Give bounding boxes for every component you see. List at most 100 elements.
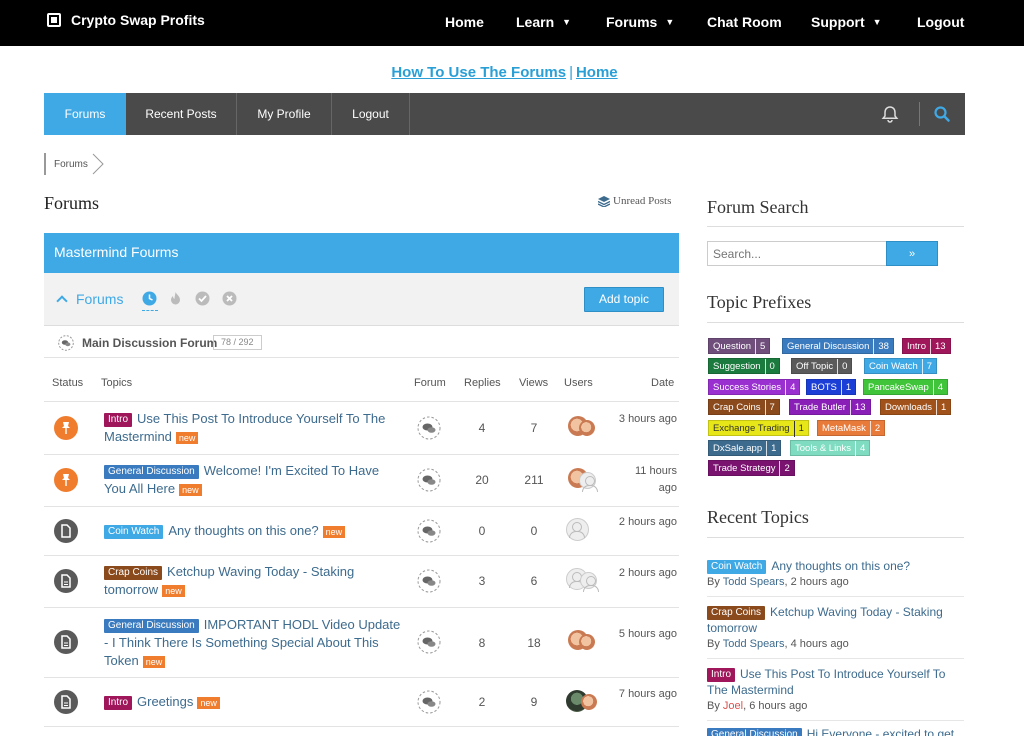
nav-home[interactable]: Home bbox=[445, 14, 484, 32]
prefix-bots[interactable]: BOTS 1 bbox=[806, 379, 857, 396]
prefix-suggestion[interactable]: Suggestion 0 bbox=[708, 358, 780, 375]
table-row[interactable]: Intro Greetings new 2 9 7 hours ago bbox=[44, 678, 679, 727]
add-topic-button[interactable]: Add topic bbox=[584, 287, 664, 312]
nav-forums[interactable]: Forums ▼ bbox=[606, 14, 674, 32]
chevron-up-icon bbox=[56, 295, 68, 307]
unread-posts-link[interactable]: Unread Posts bbox=[598, 195, 671, 207]
close-circle-icon[interactable] bbox=[222, 291, 237, 306]
forums-collapse-toggle[interactable]: Forums bbox=[56, 291, 123, 307]
clock-icon[interactable] bbox=[142, 291, 157, 306]
avatar[interactable] bbox=[579, 634, 595, 650]
fnav-recent-posts[interactable]: Recent Posts bbox=[126, 93, 237, 135]
prefix-tools-links[interactable]: Tools & Links 4 bbox=[790, 440, 871, 457]
topic-prefix-tag[interactable]: Coin Watch bbox=[104, 525, 164, 539]
prefix-question[interactable]: Question 5 bbox=[708, 338, 771, 355]
recent-topic-item: Crap Coins Ketchup Waving Today - Staking… bbox=[707, 604, 964, 652]
prefix-count: 13 bbox=[849, 400, 866, 416]
col-views: Views bbox=[519, 377, 549, 389]
prefix-coin-watch[interactable]: Coin Watch 7 bbox=[864, 358, 938, 375]
forum-chat-icon[interactable] bbox=[417, 690, 441, 714]
forum-chat-icon[interactable] bbox=[417, 519, 441, 543]
table-row[interactable]: General Discussion IMPORTANT HODL Video U… bbox=[44, 608, 679, 678]
breadcrumb: Forums bbox=[44, 153, 104, 175]
fnav-logout[interactable]: Logout bbox=[332, 93, 410, 135]
nav-learn[interactable]: Learn ▼ bbox=[516, 14, 571, 32]
topic-title-link[interactable]: Greetings bbox=[137, 694, 193, 709]
views-count: 0 bbox=[530, 524, 538, 538]
avatar[interactable] bbox=[579, 420, 595, 436]
author-link[interactable]: Todd Spears bbox=[723, 638, 785, 650]
nav-chat-room[interactable]: Chat Room bbox=[707, 14, 782, 32]
layers-icon bbox=[598, 195, 610, 207]
prefix-success-stories[interactable]: Success Stories 4 bbox=[708, 379, 801, 396]
nav-support[interactable]: Support ▼ bbox=[811, 14, 882, 32]
normal-status-icon bbox=[54, 690, 78, 714]
main-forum-name[interactable]: Main Discussion Forum bbox=[82, 336, 217, 350]
topic-prefix-tag[interactable]: Intro bbox=[104, 696, 133, 710]
topic-title-link[interactable]: Use This Post To Introduce Yourself To T… bbox=[104, 411, 385, 444]
prefix-exchange-trading[interactable]: Exchange Trading 1 bbox=[708, 420, 809, 437]
prefix-trade-strategy[interactable]: Trade Strategy 2 bbox=[708, 460, 795, 477]
prefix-name: PancakeSwap bbox=[868, 382, 929, 393]
table-row[interactable]: Intro Use This Post To Introduce Yourself… bbox=[44, 402, 679, 455]
topic-prefix-tag[interactable]: General Discussion bbox=[104, 465, 199, 479]
forum-search-input[interactable] bbox=[707, 241, 887, 266]
topic-prefix-tag[interactable]: Coin Watch bbox=[707, 560, 767, 574]
forum-chat-icon[interactable] bbox=[417, 416, 441, 440]
forum-chat-icon[interactable] bbox=[417, 630, 441, 654]
topic-prefix-tag[interactable]: General Discussion bbox=[707, 728, 802, 736]
recent-topic-link[interactable]: Hi Everyone - excited to get bbox=[807, 727, 954, 736]
prefix-intro[interactable]: Intro 13 bbox=[902, 338, 951, 355]
prefix-downloads[interactable]: Downloads 1 bbox=[880, 399, 952, 416]
views-count: 7 bbox=[530, 421, 538, 435]
nav-divider bbox=[919, 102, 920, 126]
prefix-count: 7 bbox=[921, 359, 932, 375]
bell-icon[interactable] bbox=[880, 104, 900, 124]
avatar[interactable] bbox=[580, 572, 599, 592]
brand-logo[interactable]: Crypto Swap Profits bbox=[47, 12, 205, 28]
fnav-forums[interactable]: Forums bbox=[44, 93, 126, 135]
recent-divider bbox=[707, 720, 964, 721]
avatar[interactable] bbox=[579, 472, 598, 492]
prefix-count: 2 bbox=[869, 421, 880, 437]
breadcrumb-forums[interactable]: Forums bbox=[46, 159, 94, 170]
table-row[interactable]: General Discussion Welcome! I'm Excited T… bbox=[44, 455, 679, 507]
normal-status-icon bbox=[54, 519, 78, 543]
recent-topic-link[interactable]: Use This Post To Introduce Yourself To T… bbox=[707, 667, 945, 697]
topic-prefix-tag[interactable]: Crap Coins bbox=[104, 566, 163, 580]
author-link[interactable]: Todd Spears bbox=[723, 576, 785, 588]
recent-topic-time: , 6 hours ago bbox=[743, 700, 808, 712]
avatar[interactable] bbox=[566, 518, 589, 541]
prefix-crap-coins[interactable]: Crap Coins 7 bbox=[708, 399, 780, 416]
replies-count: 4 bbox=[478, 421, 486, 435]
topic-date: 2 hours ago bbox=[618, 567, 677, 579]
topic-prefix-tag[interactable]: General Discussion bbox=[104, 619, 199, 633]
prefix-pancakeswap[interactable]: PancakeSwap 4 bbox=[863, 379, 949, 396]
avatar[interactable] bbox=[581, 694, 597, 710]
prefix-metamask[interactable]: MetaMask 2 bbox=[817, 420, 886, 437]
topic-prefix-tag[interactable]: Intro bbox=[104, 413, 133, 427]
how-to-use-forums-link[interactable]: How To Use The Forums bbox=[391, 64, 566, 81]
prefix-dxsale[interactable]: DxSale.app 1 bbox=[708, 440, 782, 457]
fire-icon[interactable] bbox=[168, 291, 183, 306]
home-link[interactable]: Home bbox=[576, 64, 618, 81]
recent-topic-link[interactable]: Any thoughts on this one? bbox=[771, 559, 910, 573]
check-circle-icon[interactable] bbox=[195, 291, 210, 306]
search-icon[interactable] bbox=[932, 104, 952, 124]
table-row[interactable]: Crap Coins Ketchup Waving Today - Staking… bbox=[44, 556, 679, 608]
user-avatars bbox=[564, 690, 604, 714]
prefix-general-discussion[interactable]: General Discussion 38 bbox=[782, 338, 894, 355]
forum-chat-icon[interactable] bbox=[417, 569, 441, 593]
forum-chat-icon[interactable] bbox=[417, 468, 441, 492]
nav-logout[interactable]: Logout bbox=[917, 14, 964, 32]
topic-title-link[interactable]: Any thoughts on this one? bbox=[168, 523, 318, 538]
main-forum-row[interactable]: Main Discussion Forum 78 / 292 bbox=[44, 327, 679, 358]
forum-search-button[interactable]: » bbox=[886, 241, 938, 266]
author-link[interactable]: Joel bbox=[723, 700, 743, 712]
table-row[interactable]: Coin Watch Any thoughts on this one? new 0… bbox=[44, 507, 679, 556]
topic-prefix-tag[interactable]: Crap Coins bbox=[707, 606, 766, 620]
topic-prefix-tag[interactable]: Intro bbox=[707, 668, 736, 682]
fnav-my-profile[interactable]: My Profile bbox=[237, 93, 332, 135]
prefix-trade-butler[interactable]: Trade Butler 13 bbox=[789, 399, 871, 416]
prefix-off-topic[interactable]: Off Topic 0 bbox=[791, 358, 853, 375]
